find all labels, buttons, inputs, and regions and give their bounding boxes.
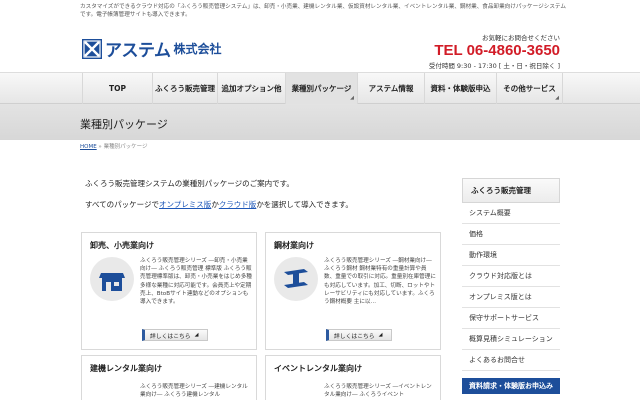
- contact-lead: お気軽にお問合せください: [482, 34, 560, 42]
- card-description: ふくろう販売管理シリーズ ―建機レンタル業向け― ふくろう建機レンタル: [140, 384, 248, 399]
- nav-item-other-services[interactable]: その他サービス ◢: [497, 73, 563, 104]
- dropdown-caret-icon: ◢: [350, 95, 354, 101]
- package-card-wholesale: 卸売、小売業向け ふくろう販売管理シリーズ ―卸売・小売業向け― ふくろう販売管…: [81, 232, 257, 350]
- package-card-construction-rental: 建機レンタル業向け ふくろう販売管理シリーズ ―建機レンタル業向け― ふくろう建…: [81, 355, 257, 400]
- logo-text: アステム: [105, 41, 171, 61]
- global-nav: TOP ふくろう販売管理 追加オプション他 業種別パッケージ ◢ アステム情報 資…: [0, 72, 640, 104]
- business-hours: 受付時間 9:30 - 17:30 [ 土・日・祝日除く ]: [428, 62, 560, 70]
- request-materials-banner[interactable]: 資料請求・体験版お申込み: [462, 378, 560, 394]
- card-description: ふくろう販売管理シリーズ ―卸売・小売業向け― ふくろう販売管理 標準版 ふくろ…: [140, 258, 252, 306]
- nav-item-fukurou[interactable]: ふくろう販売管理: [153, 73, 218, 104]
- cloud-link[interactable]: クラウド版: [219, 200, 257, 209]
- nav-item-astem-info[interactable]: アステム情報: [358, 73, 425, 104]
- store-icon: [90, 257, 134, 301]
- details-button[interactable]: 詳しくはこちら ◢: [142, 329, 208, 341]
- sidebar-item-cloud[interactable]: クラウド対応版とは: [462, 266, 560, 287]
- sidebar: ふくろう販売管理 システム概要 価格 動作環境 クラウド対応版とは オンプレミス…: [462, 178, 560, 394]
- package-card-event-rental: イベントレンタル業向け ふくろう販売管理シリーズ ―イベントレンタル業向け― ふ…: [265, 355, 441, 400]
- dropdown-caret-icon: ◢: [555, 95, 559, 101]
- site-description: カスタマイズができるクラウド対応の「ふくろう販売管理システム」は、卸売・小売業、…: [80, 4, 566, 18]
- sidebar-item-price[interactable]: 価格: [462, 224, 560, 245]
- card-title: 卸売、小売業向け: [90, 241, 154, 250]
- company-logo[interactable]: アステム 株式会社: [82, 36, 222, 61]
- sidebar-item-faq[interactable]: よくあるお問合せ: [462, 350, 560, 371]
- nav-item-industry-packages[interactable]: 業種別パッケージ ◢: [286, 73, 358, 104]
- logo-sub: 株式会社: [173, 42, 222, 56]
- arrow-icon: ◢: [194, 332, 199, 338]
- nav-item-materials[interactable]: 資料・体験版申込: [425, 73, 497, 104]
- steel-beam-icon: [274, 257, 318, 301]
- card-description: ふくろう販売管理シリーズ ―イベントレンタル業向け― ふくろうイベント: [324, 384, 432, 399]
- logo-mark-icon: [82, 38, 102, 59]
- package-card-steel: 鋼材業向け ふくろう販売管理シリーズ ―鋼材業向け― ふくろう鋼材 鋼材業特有の…: [265, 232, 441, 350]
- contact-box: お気軽にお問合せください TEL 06-4860-3650 受付時間 9:30 …: [429, 32, 560, 70]
- details-button[interactable]: 詳しくはこちら ◢: [326, 329, 392, 341]
- nav-item-options[interactable]: 追加オプション他: [218, 73, 286, 104]
- sidebar-heading: ふくろう販売管理: [462, 178, 560, 203]
- sidebar-item-support[interactable]: 保守サポートサービス: [462, 308, 560, 329]
- breadcrumb-home[interactable]: HOME: [80, 144, 97, 150]
- page-title: 業種別パッケージ: [80, 118, 168, 131]
- card-title: 建機レンタル業向け: [90, 364, 162, 373]
- intro-text-2: すべてのパッケージでオンプレミス版かクラウド版かを選択して導入できます。: [85, 200, 353, 209]
- nav-item-top[interactable]: TOP: [83, 73, 153, 104]
- phone-number[interactable]: TEL 06-4860-3650: [429, 43, 560, 59]
- card-title: 鋼材業向け: [274, 241, 314, 250]
- onpremise-link[interactable]: オンプレミス版: [159, 200, 211, 209]
- arrow-icon: ◢: [378, 332, 383, 338]
- sidebar-item-overview[interactable]: システム概要: [462, 203, 560, 224]
- intro-text: ふくろう販売管理システムの業種別パッケージのご案内です。: [85, 179, 294, 188]
- sidebar-item-environment[interactable]: 動作環境: [462, 245, 560, 266]
- card-title: イベントレンタル業向け: [274, 364, 362, 373]
- breadcrumb-current: 業種別パッケージ: [103, 144, 148, 150]
- card-description: ふくろう販売管理シリーズ ―鋼材業向け― ふくろう鋼材 鋼材業特有の重量計算や員…: [324, 258, 436, 306]
- sidebar-item-onpremise[interactable]: オンプレミス版とは: [462, 287, 560, 308]
- breadcrumb: HOME » 業種別パッケージ: [80, 144, 148, 150]
- sidebar-item-estimate[interactable]: 概算見積シミュレーション: [462, 329, 560, 350]
